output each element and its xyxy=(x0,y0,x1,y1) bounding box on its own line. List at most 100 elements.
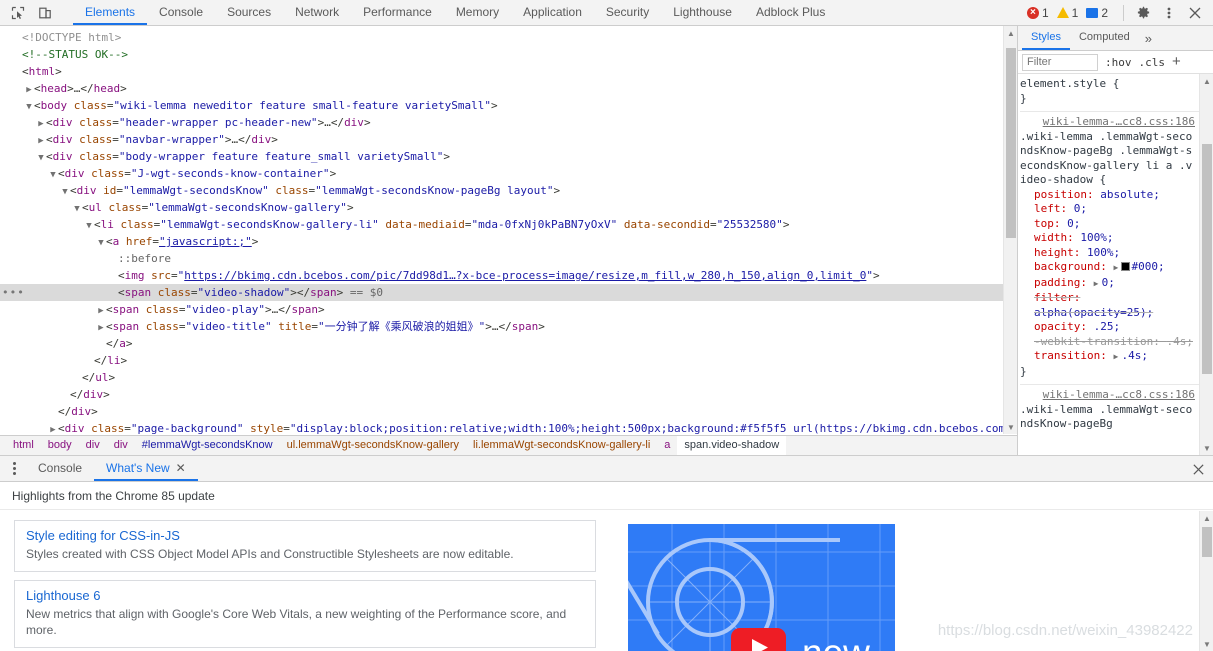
css-property-name[interactable]: left: xyxy=(1034,202,1074,215)
dom-node[interactable]: ▶ <div class="header-wrapper pc-header-ne… xyxy=(0,114,1003,131)
styles-scrollbar-thumb[interactable] xyxy=(1202,144,1212,374)
tab-lighthouse[interactable]: Lighthouse xyxy=(661,0,744,25)
chevron-right-icon[interactable]: ▶ xyxy=(24,82,34,97)
dom-node[interactable]: ▶ <div class="navbar-wrapper">…</div> xyxy=(0,131,1003,148)
css-property-name[interactable]: top: xyxy=(1034,217,1067,230)
chevron-down-icon[interactable]: ▼ xyxy=(48,167,58,182)
dom-vertical-scrollbar[interactable]: ▲ ▼ xyxy=(1003,26,1017,434)
tab-adblock-plus[interactable]: Adblock Plus xyxy=(744,0,837,25)
kebab-menu-icon[interactable] xyxy=(1157,1,1181,25)
tab-sources[interactable]: Sources xyxy=(215,0,283,25)
style-rule-selector[interactable]: element.style { xyxy=(1020,77,1199,92)
dom-node[interactable]: ▶ <span class="video-play">…</span> xyxy=(0,301,1003,318)
css-property-name[interactable]: transition: xyxy=(1034,349,1113,362)
style-rule-selector[interactable]: .wiki-lemma .lemmaWgt-secondsKnow-pageBg xyxy=(1020,403,1199,432)
whats-new-card[interactable]: Style editing for CSS-in-JS Styles creat… xyxy=(14,520,596,572)
tab-performance[interactable]: Performance xyxy=(351,0,444,25)
dom-node[interactable]: ▼ <ul class="lemmaWgt-secondsKnow-gallery… xyxy=(0,199,1003,216)
tab-security[interactable]: Security xyxy=(594,0,661,25)
css-property-value[interactable]: 100%; xyxy=(1087,246,1120,259)
css-declaration[interactable]: padding: ▶ 0; xyxy=(1020,276,1199,292)
element-classes-button[interactable]: .cls xyxy=(1139,56,1166,69)
dom-node[interactable]: ::before xyxy=(0,250,1003,267)
dom-node[interactable]: <html> xyxy=(0,63,1003,80)
dom-node[interactable]: </li> xyxy=(0,352,1003,369)
dom-node[interactable]: ▼ <div class="body-wrapper feature featur… xyxy=(0,148,1003,165)
dom-node[interactable]: <img src="https://bkimg.cdn.bcebos.com/p… xyxy=(0,267,1003,284)
dom-node[interactable]: </a> xyxy=(0,335,1003,352)
style-rule-selector[interactable]: .wiki-lemma .lemmaWgt-secondsKnow-pageBg… xyxy=(1020,130,1199,188)
css-property-name[interactable]: padding: xyxy=(1034,276,1094,289)
whats-new-card-title[interactable]: Lighthouse 6 xyxy=(26,588,584,603)
tab-elements[interactable]: Elements xyxy=(73,0,148,25)
css-property-name[interactable]: position: xyxy=(1034,188,1100,201)
dom-node-selected[interactable]: ••• <span class="video-shadow"></span> =… xyxy=(0,284,1003,301)
chevron-right-icon[interactable]: ▶ xyxy=(1094,277,1102,292)
drawer-scroll-down-arrow[interactable]: ▼ xyxy=(1200,637,1213,651)
chevron-right-icon[interactable]: ▶ xyxy=(96,303,106,318)
dom-node[interactable]: ▼ <div id="lemmaWgt-secondsKnow" class="l… xyxy=(0,182,1003,199)
drawer-close-icon[interactable] xyxy=(1187,458,1209,480)
dom-node[interactable]: </div> xyxy=(0,386,1003,403)
drawer-scrollbar-thumb[interactable] xyxy=(1202,527,1212,557)
chevron-down-icon[interactable]: ▼ xyxy=(84,218,94,233)
whats-new-card[interactable]: Lighthouse 6 New metrics that align with… xyxy=(14,580,596,648)
css-declaration[interactable]: width: 100%; xyxy=(1020,231,1199,246)
chevron-down-icon[interactable]: ▼ xyxy=(60,184,70,199)
dom-node[interactable]: ▼ <div class="J-wgt-seconds-know-containe… xyxy=(0,165,1003,182)
chevron-right-icon[interactable]: ▶ xyxy=(36,133,46,148)
node-badge-icon[interactable]: ••• xyxy=(2,287,25,298)
chevron-right-icon[interactable]: ▶ xyxy=(96,320,106,335)
css-property-value[interactable]: alpha(opacity=25); xyxy=(1034,306,1153,319)
styles-vertical-scrollbar[interactable]: ▲ ▼ xyxy=(1199,74,1213,455)
chevron-down-icon[interactable]: ▼ xyxy=(96,235,106,250)
new-style-rule-button[interactable]: + xyxy=(1172,54,1181,69)
css-declaration[interactable]: left: 0; xyxy=(1020,202,1199,217)
css-property-name[interactable]: -webkit-transition: xyxy=(1034,335,1166,348)
scroll-up-arrow[interactable]: ▲ xyxy=(1004,26,1017,40)
css-property-value[interactable]: 0; xyxy=(1102,276,1115,289)
inspect-element-icon[interactable] xyxy=(6,2,30,24)
dom-node[interactable]: <!DOCTYPE html> xyxy=(0,29,1003,46)
css-declaration[interactable]: transition: ▶ .4s; xyxy=(1020,349,1199,365)
device-toolbar-icon[interactable] xyxy=(33,2,57,24)
css-property-value[interactable]: .4s; xyxy=(1166,335,1193,348)
styles-scroll-up-arrow[interactable]: ▲ xyxy=(1200,74,1213,88)
css-declaration[interactable]: filter: alpha(opacity=25); xyxy=(1020,291,1199,320)
drawer-scroll-up-arrow[interactable]: ▲ xyxy=(1200,511,1213,525)
styles-filter-input[interactable] xyxy=(1022,53,1098,71)
tab-application[interactable]: Application xyxy=(511,0,594,25)
drawer-menu-icon[interactable] xyxy=(2,456,26,481)
css-property-name[interactable]: width: xyxy=(1034,231,1080,244)
dom-node[interactable]: ▶ <head>…</head> xyxy=(0,80,1003,97)
css-declaration[interactable]: height: 100%; xyxy=(1020,246,1199,261)
css-declaration[interactable]: position: absolute; xyxy=(1020,188,1199,203)
toggle-element-state-button[interactable]: :hov xyxy=(1105,56,1132,69)
whats-new-card-title[interactable]: Style editing for CSS-in-JS xyxy=(26,528,584,543)
dom-node[interactable]: ▼ <a href="javascript:;"> xyxy=(0,233,1003,250)
tab-network[interactable]: Network xyxy=(283,0,351,25)
css-property-name[interactable]: background: xyxy=(1034,260,1113,273)
drawer-tab-whats-new[interactable]: What's New ✕ xyxy=(94,456,198,481)
whats-new-video-thumbnail[interactable]: new xyxy=(628,524,895,651)
css-property-value[interactable]: #000; xyxy=(1131,260,1164,273)
gear-icon[interactable] xyxy=(1131,1,1155,25)
chevron-right-icon[interactable]: ▶ xyxy=(1113,261,1121,276)
stylesheet-link[interactable]: wiki-lemma-…cc8.css:186 xyxy=(1043,388,1195,401)
css-property-value[interactable]: 0; xyxy=(1067,217,1080,230)
css-declaration[interactable]: top: 0; xyxy=(1020,217,1199,232)
dom-node[interactable]: </div> xyxy=(0,403,1003,420)
color-swatch[interactable] xyxy=(1121,262,1131,271)
scroll-down-arrow[interactable]: ▼ xyxy=(1004,420,1017,434)
drawer-resizer[interactable] xyxy=(0,448,1213,453)
drawer-tab-console[interactable]: Console xyxy=(26,456,94,481)
dom-node[interactable]: </ul> xyxy=(0,369,1003,386)
more-tabs-icon[interactable]: » xyxy=(1139,26,1158,50)
dom-node[interactable]: ▼ <li class="lemmaWgt-secondsKnow-gallery… xyxy=(0,216,1003,233)
drawer-vertical-scrollbar[interactable]: ▲ ▼ xyxy=(1199,511,1213,651)
tab-memory[interactable]: Memory xyxy=(444,0,511,25)
chevron-down-icon[interactable]: ▼ xyxy=(36,150,46,165)
css-declaration[interactable]: -webkit-transition: .4s; xyxy=(1020,335,1199,350)
dom-node[interactable]: ▶ <span class="video-title" title="一分钟了解《… xyxy=(0,318,1003,335)
tab-styles[interactable]: Styles xyxy=(1022,26,1070,50)
